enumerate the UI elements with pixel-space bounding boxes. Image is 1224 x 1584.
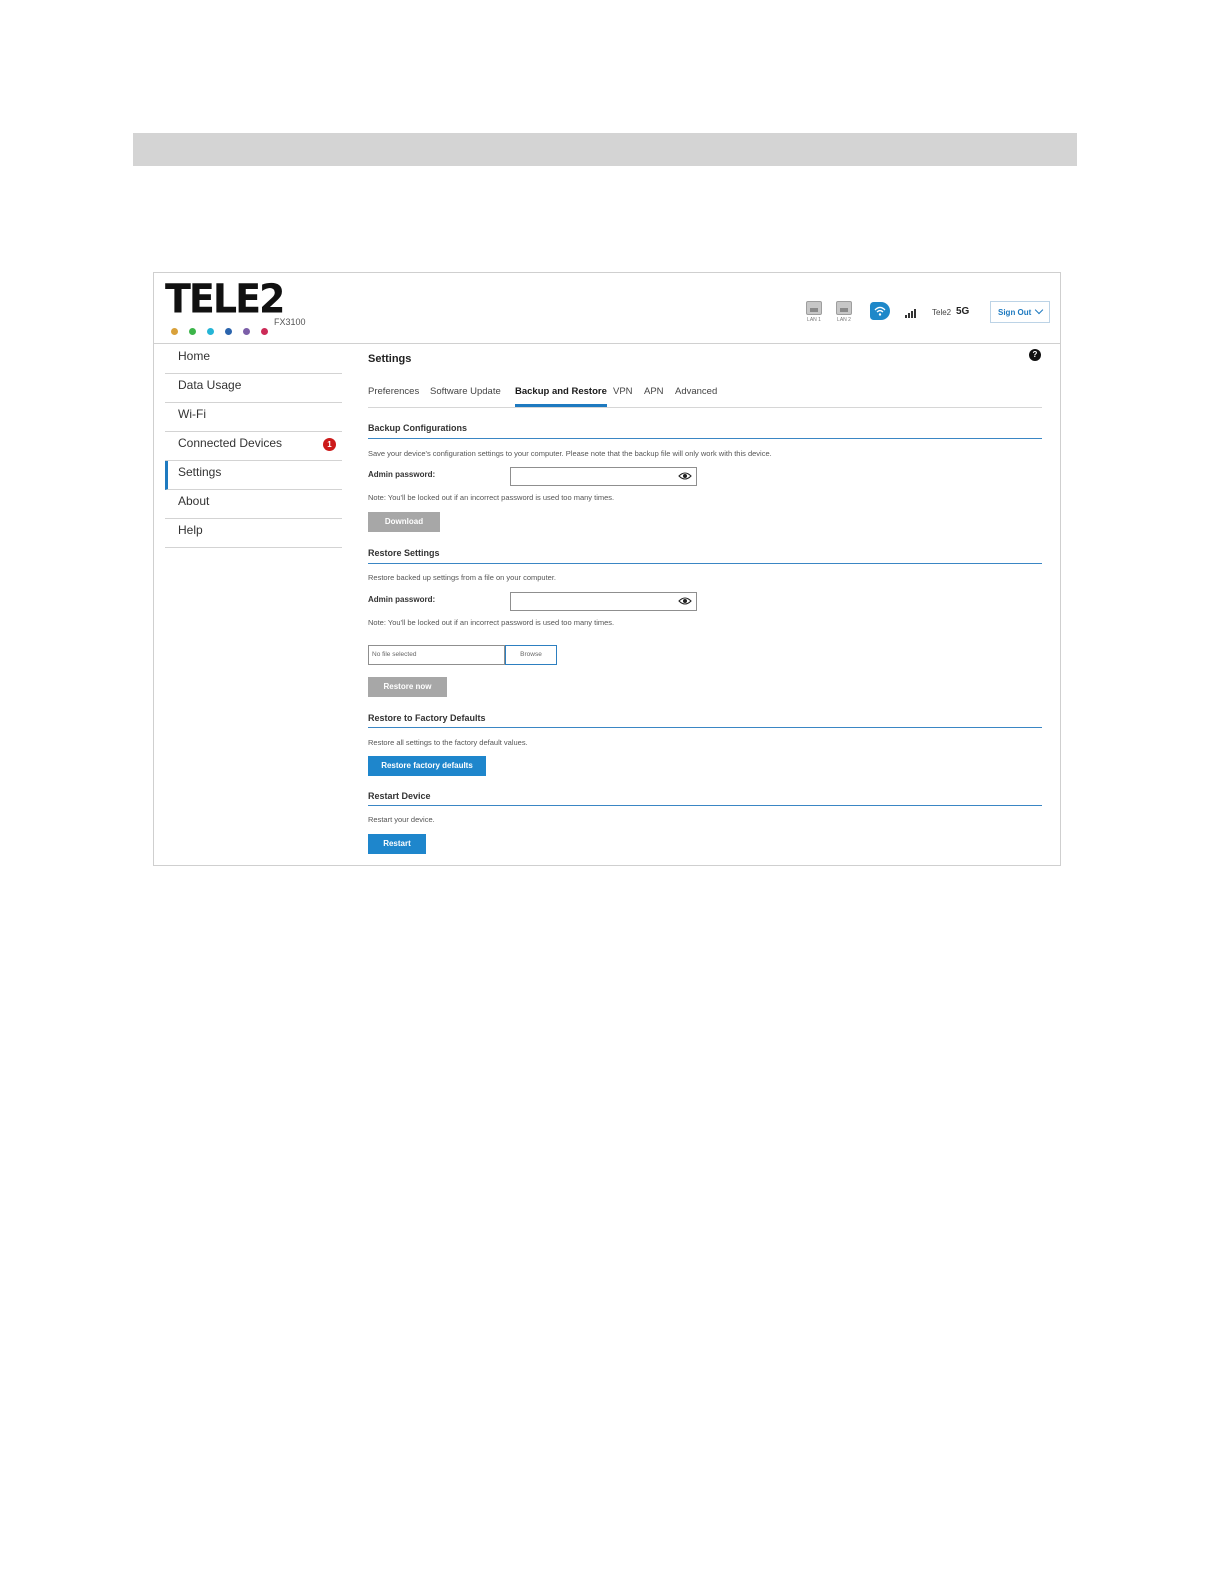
brand-dots <box>171 328 268 335</box>
tab-preferences[interactable]: Preferences <box>368 386 419 407</box>
brand-dot <box>207 328 214 335</box>
chevron-down-icon <box>1034 305 1044 315</box>
tab-apn[interactable]: APN <box>644 386 664 407</box>
sign-out-label: Sign Out <box>998 307 1032 317</box>
sidebar-item-label: Connected Devices <box>178 436 283 450</box>
backup-password-label: Admin password: <box>368 470 436 479</box>
brand-dot <box>171 328 178 335</box>
tab-vpn[interactable]: VPN <box>613 386 633 407</box>
sidebar-item-label: Home <box>178 349 211 363</box>
file-selection-field: No file selected <box>368 645 505 665</box>
eye-icon[interactable] <box>678 471 692 481</box>
backup-lockout-note: Note: You'll be locked out if an incorre… <box>368 493 615 502</box>
restore-password-field[interactable] <box>510 592 697 611</box>
restart-section-title: Restart Device <box>368 791 431 801</box>
section-divider <box>368 727 1042 728</box>
header-divider <box>154 343 1060 344</box>
browse-button[interactable]: Browse <box>505 645 557 665</box>
backup-section-title: Backup Configurations <box>368 423 468 433</box>
sidebar-item-settings[interactable]: Settings <box>165 461 342 490</box>
settings-tabs: Preferences Software Update Backup and R… <box>368 386 1042 408</box>
section-divider <box>368 805 1042 806</box>
restore-section-title: Restore Settings <box>368 548 440 558</box>
tele2-logo: TELE2 <box>165 276 285 337</box>
brand-dot <box>261 328 268 335</box>
ethernet-port-icon <box>806 301 822 315</box>
brand-wordmark: TELE2 <box>165 275 285 323</box>
help-icon[interactable]: ? <box>1029 349 1041 361</box>
sidebar-item-home[interactable]: Home <box>165 345 342 374</box>
restore-lockout-note: Note: You'll be locked out if an incorre… <box>368 618 615 627</box>
device-model: FX3100 <box>274 317 306 327</box>
sidebar-item-label: Help <box>178 523 203 537</box>
restore-factory-defaults-button[interactable]: Restore factory defaults <box>368 756 486 776</box>
page-header-band <box>133 133 1077 166</box>
backup-description: Save your device's configuration setting… <box>368 449 772 458</box>
page-title: Settings <box>368 353 412 365</box>
eye-icon[interactable] <box>678 596 692 606</box>
brand-dot <box>243 328 250 335</box>
sidebar-item-wifi[interactable]: Wi-Fi <box>165 403 342 432</box>
lan1-status: LAN 1 <box>804 301 824 331</box>
factory-section-title: Restore to Factory Defaults <box>368 713 486 723</box>
sidebar-item-data-usage[interactable]: Data Usage <box>165 374 342 403</box>
notification-badge: 1 <box>323 438 336 451</box>
download-button[interactable]: Download <box>368 512 440 532</box>
backup-password-field[interactable] <box>510 467 697 486</box>
tab-software-update[interactable]: Software Update <box>430 386 501 407</box>
sign-out-dropdown[interactable]: Sign Out <box>990 301 1050 323</box>
sidebar-item-about[interactable]: About <box>165 490 342 519</box>
sidebar-item-label: Settings <box>178 465 222 479</box>
restore-password-label: Admin password: <box>368 595 436 604</box>
sidebar-item-label: Wi-Fi <box>178 407 206 421</box>
restore-now-button[interactable]: Restore now <box>368 677 447 697</box>
restart-description: Restart your device. <box>368 815 435 824</box>
sidebar-nav: Home Data Usage Wi-Fi Connected Devices … <box>165 345 342 548</box>
network-type: 5G <box>956 306 970 317</box>
tab-backup-and-restore[interactable]: Backup and Restore <box>515 386 607 407</box>
brand-dot <box>189 328 196 335</box>
carrier-name: Tele2 <box>932 308 952 317</box>
sidebar-item-help[interactable]: Help <box>165 519 342 548</box>
restore-description: Restore backed up settings from a file o… <box>368 573 557 582</box>
factory-description: Restore all settings to the factory defa… <box>368 738 528 747</box>
section-divider <box>368 438 1042 439</box>
sidebar-item-label: Data Usage <box>178 378 242 392</box>
lan2-label: LAN 2 <box>837 317 851 323</box>
sidebar-item-connected-devices[interactable]: Connected Devices 1 <box>165 432 342 461</box>
ethernet-port-icon <box>836 301 852 315</box>
restart-button[interactable]: Restart <box>368 834 426 854</box>
sidebar-item-label: About <box>178 494 210 508</box>
lan1-label: LAN 1 <box>807 317 821 323</box>
lan2-status: LAN 2 <box>834 301 854 331</box>
router-admin-window: TELE2 FX3100 LAN 1 LAN 2 Tele2 5G Sign O… <box>153 272 1061 866</box>
brand-dot <box>225 328 232 335</box>
section-divider <box>368 563 1042 564</box>
signal-strength-icon <box>905 305 916 323</box>
tab-advanced[interactable]: Advanced <box>675 386 717 407</box>
wifi-status-icon[interactable] <box>870 302 890 320</box>
